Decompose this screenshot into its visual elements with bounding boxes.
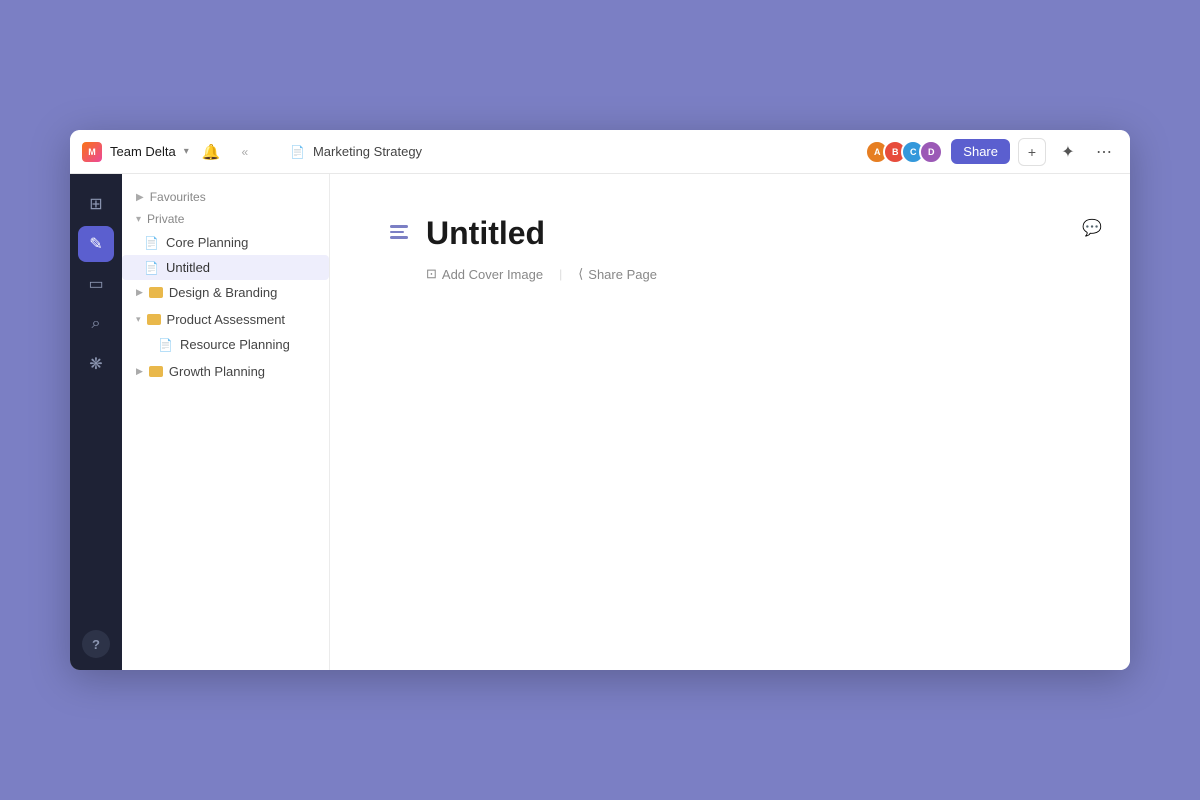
sidebar-icon-search[interactable]: ⌕ [78, 306, 114, 342]
page-title-area: Untitled [390, 214, 1070, 252]
favourites-label: Favourites [150, 190, 206, 204]
nav-item-label-untitled: Untitled [166, 260, 210, 275]
nav-group-header-product-assessment[interactable]: ▾ Product Assessment [122, 307, 329, 332]
action-divider: | [559, 267, 562, 281]
more-options-button[interactable]: ⋯ [1090, 138, 1118, 166]
add-button[interactable]: + [1018, 138, 1046, 166]
avatar-4: D [919, 140, 943, 164]
page-type-icon [390, 220, 414, 244]
doc-icon: 📄 [158, 338, 173, 352]
private-label: Private [147, 212, 184, 226]
share-page-label: Share Page [588, 267, 657, 282]
folder-icon [149, 287, 163, 298]
team-logo: M [82, 142, 102, 162]
nav-item-label-growth-planning: Growth Planning [169, 364, 265, 379]
nav-group-product-assessment: ▾ Product Assessment 📄 Resource Planning [122, 307, 329, 357]
private-arrow-icon: ▾ [136, 214, 141, 225]
nav-group-header-design-branding[interactable]: ▶ Design & Branding [122, 280, 329, 305]
content-area: 💬 Untitled ⊡ Add Cover Image | ⟨ Share P… [330, 174, 1130, 670]
add-cover-label: Add Cover Image [442, 267, 543, 282]
nav-item-label-product-assessment: Product Assessment [167, 312, 286, 327]
ai-button[interactable]: ✦ [1054, 138, 1082, 166]
doc-icon: 📄 [144, 236, 159, 250]
sidebar-icon-grid[interactable]: ⊞ [78, 186, 114, 222]
nav-sidebar: ▶ Favourites ▾ Private 📄 Core Planning 📄… [122, 174, 330, 670]
team-name: Team Delta [110, 144, 176, 159]
titlebar-left: M Team Delta ▾ 🔔 « [82, 138, 282, 166]
sidebar-icon-edit[interactable]: ✎ [78, 226, 114, 262]
nav-group-design-branding: ▶ Design & Branding [122, 280, 329, 305]
nav-item-resource-planning[interactable]: 📄 Resource Planning [122, 332, 329, 357]
doc-icon: 📄 [290, 145, 305, 159]
group-arrow-icon: ▶ [136, 366, 143, 377]
doc-icon: 📄 [144, 261, 159, 275]
page-actions: ⊡ Add Cover Image | ⟨ Share Page [390, 264, 1070, 284]
comment-button[interactable]: 💬 [1078, 214, 1106, 242]
share-button[interactable]: Share [951, 139, 1010, 164]
titlebar-right: A B C D Share + ✦ ⋯ [865, 138, 1118, 166]
page-icon-line-1 [390, 225, 408, 228]
private-header[interactable]: ▾ Private [122, 208, 329, 230]
group-arrow-icon: ▾ [136, 314, 141, 325]
sidebar-icon-branch[interactable]: ❋ [78, 346, 114, 382]
nav-item-label-core-planning: Core Planning [166, 235, 248, 250]
app-window: M Team Delta ▾ 🔔 « 📄 Marketing Strategy … [70, 130, 1130, 670]
add-cover-image-button[interactable]: ⊡ Add Cover Image [426, 264, 543, 284]
share-icon: ⟨ [578, 266, 583, 282]
nav-group-growth-planning: ▶ Growth Planning [122, 359, 329, 384]
avatars-group: A B C D [865, 140, 943, 164]
nav-item-label-design-branding: Design & Branding [169, 285, 277, 300]
nav-item-label-resource-planning: Resource Planning [180, 337, 290, 352]
sidebar-icons: ⊞ ✎ ▭ ⌕ ❋ ? [70, 174, 122, 670]
nav-item-untitled[interactable]: 📄 Untitled [122, 255, 329, 280]
image-icon: ⊡ [426, 266, 437, 282]
share-page-button[interactable]: ⟨ Share Page [578, 264, 657, 284]
nav-item-core-planning[interactable]: 📄 Core Planning [122, 230, 329, 255]
breadcrumb-text: Marketing Strategy [313, 144, 422, 159]
group-arrow-icon: ▶ [136, 287, 143, 298]
help-button[interactable]: ? [82, 630, 110, 658]
notification-button[interactable]: 🔔 [197, 138, 225, 166]
nav-group-header-growth-planning[interactable]: ▶ Growth Planning [122, 359, 329, 384]
page-icon-line-3 [390, 236, 408, 239]
folder-icon [149, 366, 163, 377]
collapse-sidebar-button[interactable]: « [233, 140, 257, 164]
breadcrumb: 📄 Marketing Strategy [290, 144, 857, 159]
favourites-header[interactable]: ▶ Favourites [122, 186, 329, 208]
sidebar-icon-folder[interactable]: ▭ [78, 266, 114, 302]
team-chevron-icon[interactable]: ▾ [184, 146, 189, 157]
favourites-arrow-icon: ▶ [136, 192, 144, 203]
titlebar: M Team Delta ▾ 🔔 « 📄 Marketing Strategy … [70, 130, 1130, 174]
folder-icon [147, 314, 161, 325]
main-body: ⊞ ✎ ▭ ⌕ ❋ ? ▶ Favourites ▾ Private 📄 Cor [70, 174, 1130, 670]
page-title[interactable]: Untitled [426, 214, 545, 252]
page-icon-line-2 [390, 231, 404, 234]
